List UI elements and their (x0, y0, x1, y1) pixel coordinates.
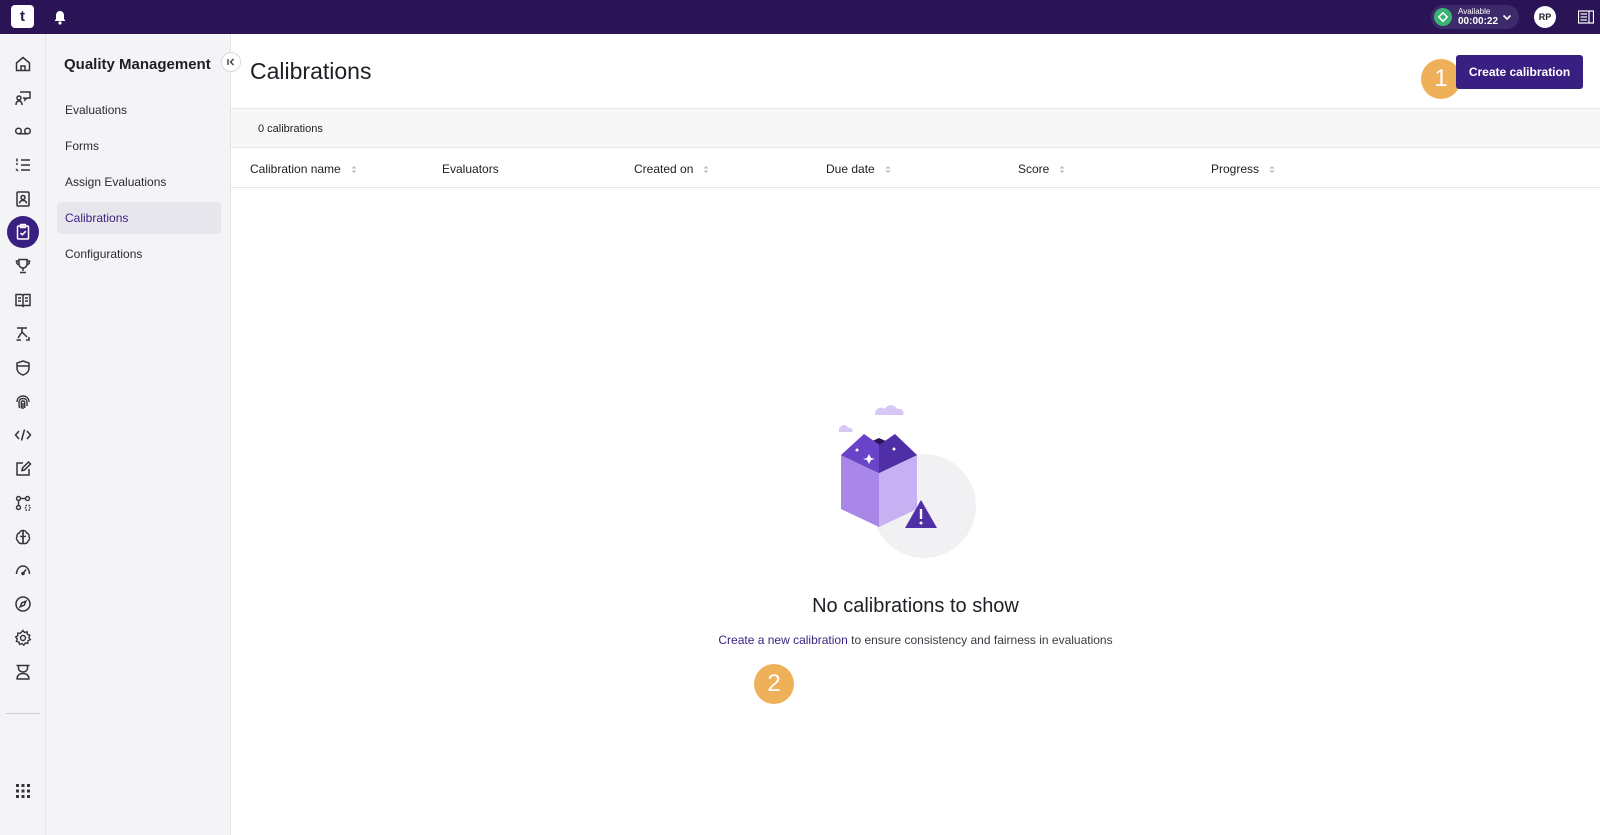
column-created-on[interactable]: Created on (634, 162, 709, 176)
nav-item-label: Assign Evaluations (65, 175, 167, 189)
section-title: Quality Management (64, 56, 211, 73)
gear-icon[interactable] (11, 626, 35, 650)
sort-icon (885, 165, 891, 173)
code-icon[interactable] (11, 423, 35, 447)
availability-status[interactable]: Available 00:00:22 (1431, 5, 1519, 29)
fingerprint-icon[interactable] (11, 390, 35, 414)
app-logo-text: t (20, 8, 25, 25)
bell-icon[interactable] (53, 10, 67, 25)
rail-divider (6, 713, 40, 714)
column-label: Progress (1211, 162, 1260, 176)
apps-grid-icon[interactable] (11, 779, 35, 803)
book-icon[interactable] (11, 288, 35, 312)
icon-rail (0, 34, 46, 835)
home-icon[interactable] (11, 52, 35, 76)
main-content: Calibrations 1 Create calibration 0 cali… (231, 34, 1600, 835)
avatar[interactable]: RP (1534, 6, 1556, 28)
column-label: Evaluators (442, 162, 499, 176)
nav-item-forms[interactable]: Forms (57, 130, 221, 162)
contacts-icon[interactable] (11, 187, 35, 211)
column-label: Created on (634, 162, 694, 176)
collapse-sidebar-button[interactable] (221, 52, 241, 72)
brain-icon[interactable] (11, 525, 35, 549)
list-icon[interactable] (11, 153, 35, 177)
empty-state-text: to ensure consistency and fairness in ev… (847, 633, 1113, 647)
column-label: Due date (826, 162, 875, 176)
column-due-date[interactable]: Due date (826, 162, 891, 176)
sort-icon (351, 165, 357, 173)
column-progress[interactable]: Progress (1211, 162, 1275, 176)
sort-icon (703, 165, 709, 173)
status-diamond-icon (1434, 8, 1452, 26)
chevron-down-icon[interactable] (1501, 11, 1513, 23)
step-marker-1: 1 (1421, 59, 1461, 99)
status-label: Available (1458, 6, 1491, 16)
empty-box-illustration (839, 405, 976, 558)
quality-management-nav: Quality Management Evaluations Forms Ass… (46, 34, 241, 835)
compass-icon[interactable] (11, 592, 35, 616)
nav-item-evaluations[interactable]: Evaluations (57, 94, 221, 126)
create-new-calibration-link[interactable]: Create a new calibration (718, 633, 847, 647)
status-timer: 00:00:22 (1458, 15, 1499, 27)
nav-item-assign-evaluations[interactable]: Assign Evaluations (57, 166, 221, 198)
step-marker-2: 2 (754, 664, 794, 704)
nav-item-calibrations[interactable]: Calibrations (57, 202, 221, 234)
admin-icon[interactable] (11, 660, 35, 684)
flow-icon[interactable] (11, 322, 35, 346)
collapse-icon (227, 58, 234, 66)
column-score[interactable]: Score (1018, 162, 1065, 176)
column-label: Calibration name (250, 162, 341, 176)
sort-icon (1059, 165, 1065, 173)
empty-state-title: No calibrations to show (812, 595, 1019, 617)
integrations-icon[interactable] (11, 491, 35, 515)
results-count: 0 calibrations (258, 123, 323, 135)
top-bar: t Available 00:00:22 RP (0, 0, 1600, 34)
voicemail-icon[interactable] (11, 119, 35, 143)
app-logo[interactable]: t (11, 5, 34, 28)
page-title: Calibrations (250, 58, 372, 84)
edit-icon[interactable] (11, 457, 35, 481)
column-calibration-name[interactable]: Calibration name (250, 162, 357, 176)
clipboard-check-icon[interactable] (7, 216, 39, 248)
sort-icon (1269, 165, 1275, 173)
column-evaluators: Evaluators (442, 162, 499, 176)
side-panel-icon[interactable] (1578, 10, 1594, 24)
agent-chat-icon[interactable] (11, 86, 35, 110)
shield-icon[interactable] (11, 356, 35, 380)
nav-item-label: Forms (65, 139, 99, 153)
nav-item-label: Evaluations (65, 103, 128, 117)
empty-state-description: Create a new calibration to ensure consi… (231, 633, 1600, 647)
results-count-bar: 0 calibrations (231, 108, 1600, 148)
gauge-icon[interactable] (11, 558, 35, 582)
nav-item-label: Configurations (65, 247, 143, 261)
nav-item-label: Calibrations (65, 211, 129, 225)
column-label: Score (1018, 162, 1050, 176)
table-header: Calibration name Evaluators Created on D… (231, 148, 1600, 188)
nav-item-configurations[interactable]: Configurations (57, 238, 221, 270)
trophy-icon[interactable] (11, 254, 35, 278)
create-calibration-button[interactable]: Create calibration (1456, 55, 1583, 89)
